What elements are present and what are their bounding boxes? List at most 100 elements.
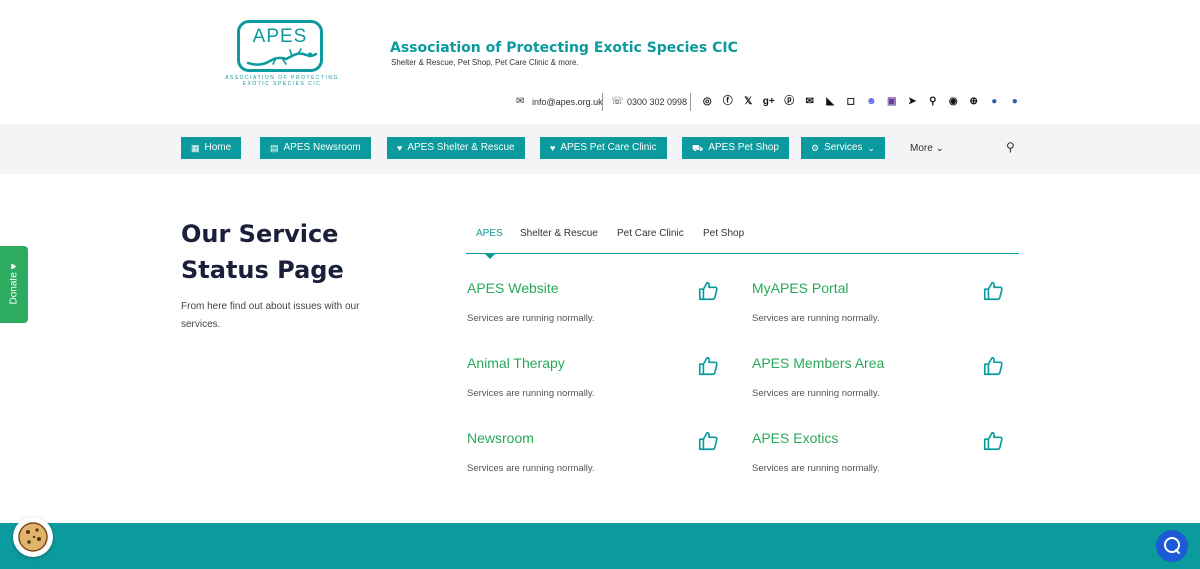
service-status: Services are running normally.	[467, 388, 595, 399]
service-status: Services are running normally.	[467, 463, 595, 474]
search-icon[interactable]: ⚲	[1006, 140, 1015, 154]
service-name[interactable]: APES Members Area	[752, 355, 884, 371]
telegram-icon[interactable]: ➤	[902, 94, 923, 110]
service-status: Services are running normally.	[752, 388, 880, 399]
tab-shelter-rescue[interactable]: Shelter & Rescue	[520, 228, 598, 239]
nav-services[interactable]: ⚙ Services ⌄	[801, 137, 885, 159]
nav-more-label: More	[910, 143, 933, 154]
heart-icon: ♥	[550, 143, 556, 153]
logo-badge: APES	[237, 20, 323, 72]
whatsapp-icon[interactable]: ◎	[697, 94, 718, 110]
rss-icon[interactable]: ◣	[820, 94, 841, 110]
lizard-icon	[246, 48, 318, 66]
google-plus-icon[interactable]: g+	[759, 94, 780, 110]
nav-newsroom[interactable]: ▤ APES Newsroom	[260, 137, 371, 159]
discord-icon[interactable]: ☻	[861, 94, 882, 110]
page-title-line-2: Status Page	[181, 256, 344, 284]
thumbs-up-icon	[698, 431, 718, 451]
service-name[interactable]: MyAPES Portal	[752, 280, 848, 296]
cookie-icon	[18, 522, 48, 552]
tab-pet-care-clinic[interactable]: Pet Care Clinic	[617, 228, 684, 239]
service-card: Newsroom Services are running normally.	[467, 430, 718, 490]
logo-subtitle: ASSOCIATION OF PROTECTING EXOTIC SPECIES…	[218, 75, 346, 87]
nav-shelter-label: APES Shelter & Rescue	[407, 142, 515, 153]
website-icon[interactable]: ●	[1005, 94, 1026, 110]
service-card: MyAPES Portal Services are running norma…	[752, 280, 1003, 340]
pinterest-icon[interactable]: ⓟ	[779, 94, 800, 110]
logo-sub-line-2: EXOTIC SPECIES CIC	[242, 81, 322, 87]
location-icon[interactable]: ⚲	[923, 94, 944, 110]
nav-more[interactable]: More ⌄	[910, 143, 944, 154]
nav-shop-label: APES Pet Shop	[708, 142, 779, 153]
nav-shelter-rescue[interactable]: ♥ APES Shelter & Rescue	[387, 137, 525, 159]
service-tabs: APES Shelter & Rescue Pet Care Clinic Pe…	[466, 222, 1019, 254]
service-card: Animal Therapy Services are running norm…	[467, 355, 718, 415]
heart-icon: ♥	[8, 263, 20, 270]
nav-pet-care-clinic[interactable]: ♥ APES Pet Care Clinic	[540, 137, 667, 159]
apes-logo[interactable]: APES ASSOCIATION OF PROTECTING EXOTIC SP…	[218, 20, 346, 90]
tab-pet-shop[interactable]: Pet Shop	[703, 228, 744, 239]
service-name[interactable]: APES Exotics	[752, 430, 838, 446]
thumbs-up-icon	[983, 431, 1003, 451]
service-status: Services are running normally.	[752, 463, 880, 474]
email-text: info@apes.org.uk	[532, 97, 603, 107]
org-name[interactable]: Association of Protecting Exotic Species…	[390, 40, 738, 56]
building-icon: ▦	[191, 143, 200, 153]
service-name[interactable]: Animal Therapy	[467, 355, 565, 371]
donate-text: Donate	[8, 272, 20, 305]
thumbs-up-icon	[983, 356, 1003, 376]
divider	[602, 93, 603, 111]
active-tab-pointer	[484, 253, 496, 259]
mail-icon: ✉	[516, 96, 525, 107]
donate-tab[interactable]: Donate ♥	[0, 246, 28, 323]
nav-home[interactable]: ▦ Home	[181, 137, 242, 159]
cookie-settings-button[interactable]	[13, 517, 53, 557]
nav-services-label: Services	[824, 142, 863, 153]
nav-newsroom-label: APES Newsroom	[283, 142, 361, 153]
gear-icon: ⚙	[811, 143, 820, 153]
globe-icon[interactable]: ⊕	[964, 94, 985, 110]
donate-label: Donate ♥	[9, 264, 20, 305]
service-name[interactable]: Newsroom	[467, 430, 534, 446]
x-icon[interactable]: 𝕏	[738, 94, 759, 110]
chat-icon	[1164, 537, 1180, 554]
email-icon[interactable]: ✉	[800, 94, 821, 110]
chevron-down-icon: ⌄	[935, 143, 944, 154]
nav-home-label: Home	[204, 142, 232, 153]
chat-button[interactable]	[1156, 530, 1188, 562]
service-status: Services are running normally.	[467, 313, 595, 324]
thumbs-up-icon	[698, 281, 718, 301]
facebook-icon[interactable]: ⓕ	[718, 94, 739, 110]
phone-contact[interactable]: ☏ 0300 302 0998	[611, 94, 687, 110]
service-status: Services are running normally.	[752, 313, 880, 324]
divider	[690, 93, 691, 111]
web-icon[interactable]: ●	[984, 94, 1005, 110]
service-card: APES Members Area Services are running n…	[752, 355, 1003, 415]
instagram-icon[interactable]: ◻	[841, 94, 862, 110]
heart-icon: ♥	[397, 143, 403, 153]
service-card: APES Exotics Services are running normal…	[752, 430, 1003, 490]
nav-clinic-label: APES Pet Care Clinic	[560, 142, 657, 153]
social-links: ◎ ⓕ 𝕏 g+ ⓟ ✉ ◣ ◻ ☻ ▣ ➤ ⚲ ◉ ⊕ ● ●	[697, 94, 1025, 110]
page-title-line-1: Our Service	[181, 220, 339, 248]
tab-apes[interactable]: APES	[476, 228, 503, 239]
service-card: APES Website Services are running normal…	[467, 280, 718, 340]
service-name[interactable]: APES Website	[467, 280, 559, 296]
thumbs-up-icon	[983, 281, 1003, 301]
twitch-icon[interactable]: ▣	[882, 94, 903, 110]
main-nav: ▦ Home ▤ APES Newsroom ♥ APES Shelter & …	[0, 124, 1200, 174]
messenger-icon[interactable]: ◉	[943, 94, 964, 110]
logo-text: APES	[252, 26, 308, 47]
phone-icon: ☏	[611, 96, 624, 107]
org-tagline: Shelter & Rescue, Pet Shop, Pet Care Cli…	[391, 58, 579, 67]
cart-icon: ⛟	[692, 143, 704, 153]
nav-pet-shop[interactable]: ⛟ APES Pet Shop	[682, 137, 789, 159]
footer	[0, 523, 1200, 569]
page-description: From here find out about issues with our…	[181, 301, 360, 330]
email-contact[interactable]: ✉ info@apes.org.uk	[516, 94, 603, 110]
newspaper-icon: ▤	[270, 143, 279, 153]
chevron-down-icon: ⌄	[867, 143, 875, 153]
site-header: APES ASSOCIATION OF PROTECTING EXOTIC SP…	[0, 0, 1200, 124]
thumbs-up-icon	[698, 356, 718, 376]
phone-text: 0300 302 0998	[627, 97, 688, 107]
